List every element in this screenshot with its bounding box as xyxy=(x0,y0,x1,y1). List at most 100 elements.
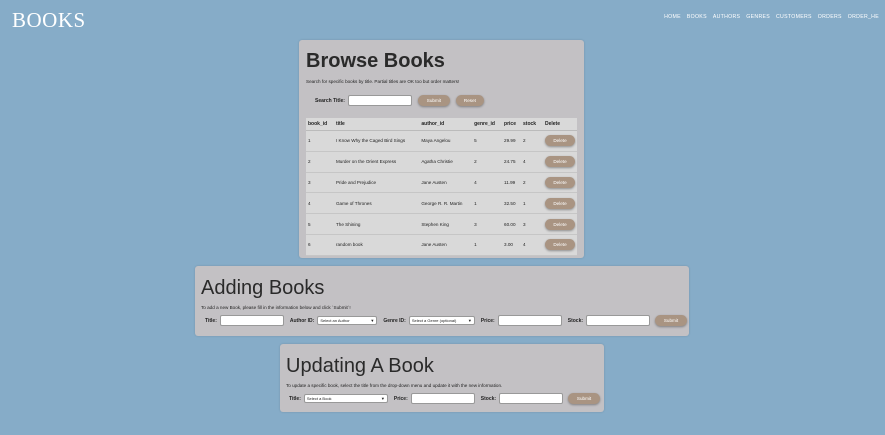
col-stock: stock xyxy=(521,118,543,131)
cell-title: random book xyxy=(333,234,420,256)
cell-book-id: 1 xyxy=(306,130,334,152)
cell-book-id: 3 xyxy=(306,172,334,194)
delete-button[interactable]: Delete xyxy=(545,176,575,188)
cell-price: 3.00 xyxy=(502,234,522,256)
col-delete: Delete xyxy=(543,118,577,131)
updating-description: To update a specific book, select the ti… xyxy=(286,383,503,388)
adding-description: To add a new Book, please fill in the in… xyxy=(201,305,351,310)
cell-price: 60.00 xyxy=(502,213,522,235)
cell-stock: 4 xyxy=(521,151,543,173)
update-price-label: Price: xyxy=(393,395,408,402)
cell-title: Murder on the Orient Express xyxy=(333,151,420,173)
browse-description: Search for specific books by title. Part… xyxy=(306,79,460,84)
update-stock-input[interactable] xyxy=(499,393,564,404)
updating-title: Updating A Book xyxy=(286,355,434,377)
table-row: 1 I Know Why the Caged Bird Sings Maya A… xyxy=(306,130,577,152)
cell-author: Maya Angelou xyxy=(419,130,473,152)
cell-genre-id: 5 xyxy=(472,130,503,152)
search-title-input[interactable] xyxy=(347,95,412,106)
delete-button[interactable]: Delete xyxy=(545,156,575,168)
cell-title: Game of Thrones xyxy=(333,192,420,215)
add-author-label: Author ID: xyxy=(289,317,315,324)
update-book-select[interactable]: Select a Book ▼ xyxy=(303,394,388,403)
books-table: book_id title author_id genre_id price s… xyxy=(306,118,577,256)
col-book-id: book_id xyxy=(306,118,334,131)
add-stock-input[interactable] xyxy=(586,315,651,326)
table-row: 2 Murder on the Orient Express Agatha Ch… xyxy=(306,151,577,173)
col-author-id: author_id xyxy=(419,118,473,131)
add-book-form: Title: Author ID: Select an Author ▼ Gen… xyxy=(205,315,688,326)
nav-genres[interactable]: GENRES xyxy=(746,14,770,20)
delete-button[interactable]: Delete xyxy=(545,135,575,147)
search-form: Search Title: Submit Reset xyxy=(315,95,484,106)
add-title-input[interactable] xyxy=(219,315,284,326)
search-title-label: Search Title: xyxy=(315,97,345,104)
cell-genre-id: 1 xyxy=(472,192,503,215)
table-row: 6 random book Jane Austen 1 3.00 4 Delet… xyxy=(306,234,577,256)
cell-price: 29.99 xyxy=(502,130,522,152)
cell-price: 32.50 xyxy=(502,192,522,215)
cell-delete: Delete xyxy=(543,234,577,256)
add-author-select-value: Select an Author xyxy=(320,318,350,323)
table-row: 5 The Shining Stephen King 3 60.00 3 Del… xyxy=(306,213,577,235)
nav-customers[interactable]: CUSTOMERS xyxy=(776,14,812,20)
update-book-form: Title: Select a Book ▼ Price: Stock: Sub… xyxy=(289,393,601,404)
nav-home[interactable]: HOME xyxy=(664,14,681,20)
cell-book-id: 5 xyxy=(306,213,334,235)
delete-button[interactable]: Delete xyxy=(545,218,575,230)
cell-stock: 4 xyxy=(521,234,543,256)
delete-button[interactable]: Delete xyxy=(545,239,575,251)
cell-stock: 2 xyxy=(521,172,543,194)
nav-order-helper[interactable]: ORDER_HE xyxy=(848,14,879,20)
cell-title: I Know Why the Caged Bird Sings xyxy=(333,130,420,152)
cell-stock: 2 xyxy=(521,130,543,152)
cell-book-id: 2 xyxy=(306,151,334,173)
cell-title: Pride and Prejudice xyxy=(333,172,420,194)
cell-delete: Delete xyxy=(543,130,577,152)
cell-book-id: 4 xyxy=(306,192,334,215)
table-header-row: book_id title author_id genre_id price s… xyxy=(306,118,577,131)
cell-title: The Shining xyxy=(333,213,420,235)
table-row: 3 Pride and Prejudice Jane Austen 4 11.9… xyxy=(306,172,577,194)
cell-book-id: 6 xyxy=(306,234,334,256)
add-submit-button[interactable]: Submit xyxy=(655,315,688,326)
col-price: price xyxy=(502,118,522,131)
cell-price: 24.75 xyxy=(502,151,522,173)
main-nav: HOME BOOKS AUTHORS GENRES CUSTOMERS ORDE… xyxy=(664,14,879,20)
update-price-input[interactable] xyxy=(410,393,475,404)
add-stock-label: Stock: xyxy=(567,317,584,324)
add-genre-label: Genre ID: xyxy=(383,317,406,324)
cell-genre-id: 2 xyxy=(472,151,503,173)
adding-title: Adding Books xyxy=(201,277,325,299)
add-price-input[interactable] xyxy=(497,315,562,326)
search-submit-button[interactable]: Submit xyxy=(417,95,450,106)
cell-genre-id: 1 xyxy=(472,234,503,256)
browse-title: Browse Books xyxy=(306,50,445,72)
chevron-down-icon: ▼ xyxy=(370,318,375,323)
cell-genre-id: 4 xyxy=(472,172,503,194)
table-row: 4 Game of Thrones George R. R. Martin 1 … xyxy=(306,192,577,215)
cell-genre-id: 3 xyxy=(472,213,503,235)
search-reset-button[interactable]: Reset xyxy=(455,95,484,106)
cell-author: Agatha Christie xyxy=(419,151,473,173)
add-genre-select-value: Select a Genre (optional) xyxy=(411,318,457,323)
update-stock-label: Stock: xyxy=(480,395,497,402)
cell-author: Jane Austen xyxy=(419,172,473,194)
site-logo[interactable]: BOOKS xyxy=(12,8,86,33)
nav-orders[interactable]: ORDERS xyxy=(818,14,842,20)
cell-delete: Delete xyxy=(543,192,577,215)
cell-author: George R. R. Martin xyxy=(419,192,473,215)
cell-stock: 1 xyxy=(521,192,543,215)
add-price-label: Price: xyxy=(480,317,495,324)
update-book-select-value: Select a Book xyxy=(306,396,332,401)
update-title-label: Title: xyxy=(289,395,301,402)
cell-delete: Delete xyxy=(543,151,577,173)
nav-authors[interactable]: AUTHORS xyxy=(713,14,740,20)
add-genre-select[interactable]: Select a Genre (optional) ▼ xyxy=(408,316,475,325)
cell-price: 11.99 xyxy=(502,172,522,194)
update-submit-button[interactable]: Submit xyxy=(568,393,601,404)
add-author-select[interactable]: Select an Author ▼ xyxy=(317,316,378,325)
delete-button[interactable]: Delete xyxy=(545,197,575,209)
nav-books[interactable]: BOOKS xyxy=(687,14,707,20)
chevron-down-icon: ▼ xyxy=(380,396,385,401)
